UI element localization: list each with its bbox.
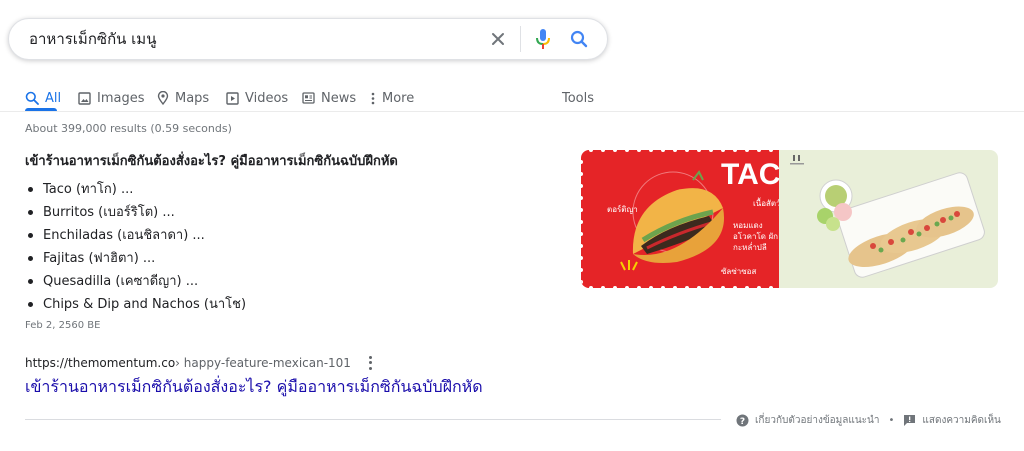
result-domain: https://themomentum.co xyxy=(25,356,176,370)
search-icon[interactable] xyxy=(561,21,597,57)
snippet-date: Feb 2, 2560 BE xyxy=(25,320,101,331)
tab-label: Maps xyxy=(175,90,210,106)
snippet-feedback-bar: ? เกี่ยวกับตัวอย่างข้อมูลแนะนำ • แสดงควา… xyxy=(736,411,1001,429)
result-title-link[interactable]: เข้าร้านอาหารเม็กซิกันต้องสั่งอะไร? คู่ม… xyxy=(25,375,483,400)
list-item: Taco (ทาโก) ... xyxy=(25,178,246,201)
tab-maps[interactable]: Maps xyxy=(157,84,209,112)
separator-dot: • xyxy=(888,414,895,426)
bullet xyxy=(28,279,33,284)
list-item-text: Burritos (เบอร์ริโต) ... xyxy=(43,204,175,220)
about-snippet-label: เกี่ยวกับตัวอย่างข้อมูลแนะนำ xyxy=(755,414,880,426)
bullet xyxy=(28,187,33,192)
list-item-text: Quesadilla (เคซาดีญา) ... xyxy=(43,273,199,289)
snippet-title: เข้าร้านอาหารเม็กซิกันต้องสั่งอะไร? คู่ม… xyxy=(25,154,398,169)
image-icon xyxy=(78,91,91,105)
tab-news[interactable]: News xyxy=(302,84,356,112)
more-options-icon[interactable] xyxy=(365,355,377,371)
feedback-icon xyxy=(904,414,916,426)
tab-label: More xyxy=(382,90,415,106)
tabs-divider xyxy=(0,111,1024,112)
tools-button[interactable]: Tools xyxy=(562,84,594,112)
tab-videos[interactable]: Videos xyxy=(226,84,288,112)
image-label-tortilla: ตอร์ติญา xyxy=(607,204,638,214)
news-icon xyxy=(302,92,315,104)
tools-label: Tools xyxy=(562,90,595,106)
image-label-salsa: ซัลซ่าซอส xyxy=(721,267,756,276)
bullet xyxy=(28,302,33,307)
list-item-text: Enchiladas (เอนชิลาดา) ... xyxy=(43,227,205,243)
image-label-avocado: อโวคาโด ผัก xyxy=(733,231,778,241)
tab-more[interactable]: More xyxy=(370,84,414,112)
about-snippet-link[interactable]: ? เกี่ยวกับตัวอย่างข้อมูลแนะนำ xyxy=(736,413,880,428)
clear-icon[interactable] xyxy=(480,21,516,57)
bullet xyxy=(28,233,33,238)
tab-label: News xyxy=(321,90,357,106)
svg-text:?: ? xyxy=(740,417,745,427)
list-item: Burritos (เบอร์ริโต) ... xyxy=(25,201,246,224)
tab-images[interactable]: Images xyxy=(78,84,145,112)
list-item: Fajitas (ฟาฮิตา) ... xyxy=(25,247,246,270)
search-box[interactable]: อาหารเม็กซิกัน เมนู xyxy=(8,18,608,60)
search-input[interactable]: อาหารเม็กซิกัน เมนู xyxy=(29,27,480,51)
more-vertical-icon xyxy=(371,92,375,104)
snippet-divider xyxy=(25,419,721,420)
list-item-text: Chips & Dip and Nachos (นาโช) xyxy=(43,296,247,312)
map-pin-icon xyxy=(157,91,169,105)
list-item-text: Taco (ทาโก) ... xyxy=(43,181,134,197)
video-icon xyxy=(226,91,239,105)
bullet xyxy=(28,256,33,261)
search-icon xyxy=(25,91,39,105)
result-breadcrumb: › happy-feature-mexican-101 xyxy=(175,356,351,370)
tab-label: All xyxy=(45,90,62,106)
tab-label: Videos xyxy=(245,90,289,106)
snippet-image[interactable]: TACOS ตอร์ติญา เนื้อสัตว์ หอมแดง อโวคาโด… xyxy=(581,150,998,288)
feedback-label: แสดงความคิดเห็น xyxy=(922,414,1001,426)
list-item: Chips & Dip and Nachos (นาโช) xyxy=(25,293,246,316)
result-url[interactable]: https://themomentum.co › happy-feature-m… xyxy=(25,355,377,371)
result-stats: About 399,000 results (0.59 seconds) xyxy=(25,122,232,135)
feedback-link[interactable]: แสดงความคิดเห็น xyxy=(903,413,1001,428)
microphone-icon[interactable] xyxy=(525,21,561,57)
search-divider xyxy=(520,26,521,52)
search-tabs: All Images Maps Videos News More Tools xyxy=(25,84,1005,112)
image-label-meat: เนื้อสัตว์ xyxy=(753,197,781,208)
snippet-list: Taco (ทาโก) ... Burritos (เบอร์ริโต) ...… xyxy=(25,178,246,316)
help-icon: ? xyxy=(736,414,749,427)
image-label-onion: หอมแดง xyxy=(733,221,763,230)
bullet xyxy=(28,210,33,215)
tab-label: Images xyxy=(97,90,145,106)
image-label-coriander: กะหล่ำปลี xyxy=(733,241,767,252)
list-item: Enchiladas (เอนชิลาดา) ... xyxy=(25,224,246,247)
list-item-text: Fajitas (ฟาฮิตา) ... xyxy=(43,250,156,266)
list-item: Quesadilla (เคซาดีญา) ... xyxy=(25,270,246,293)
